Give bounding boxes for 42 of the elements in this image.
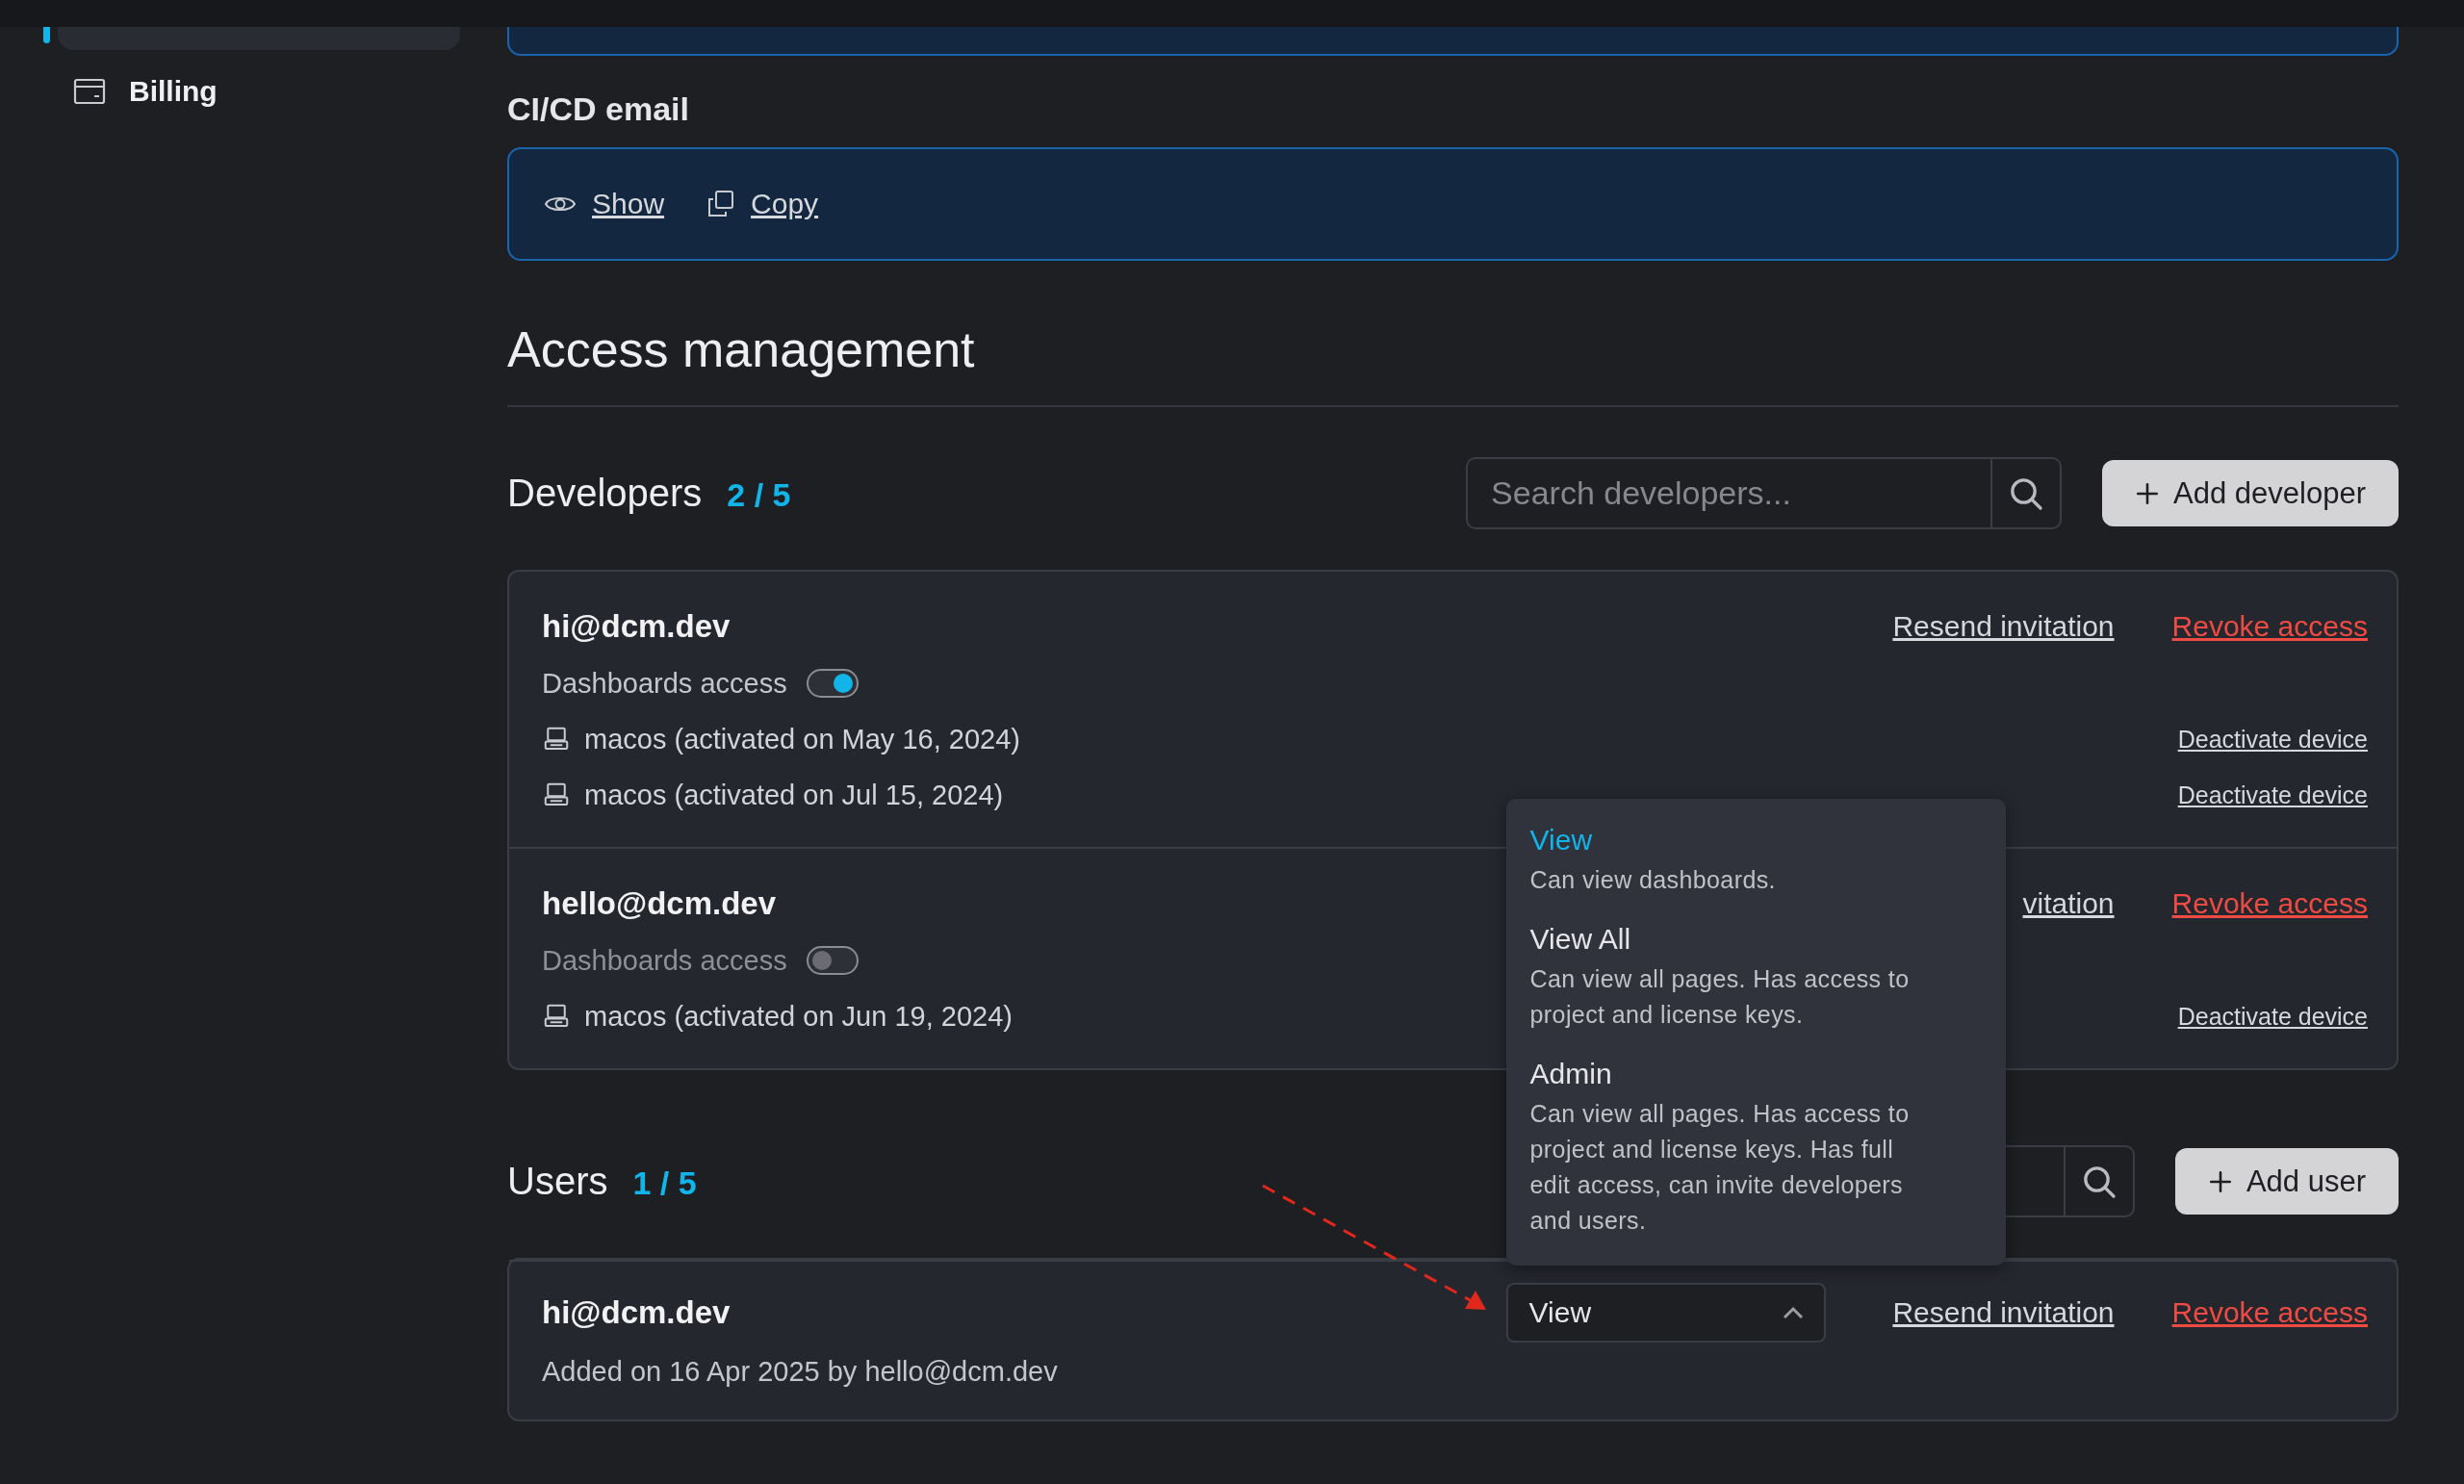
section-title: CI/CD email [507,90,690,128]
copy-icon [706,190,736,218]
resend-invitation-link[interactable]: Resend invitation [1883,1296,2115,1329]
device-label: macos (activated on Jul 15, 2024) [584,779,1004,811]
member-email: hi@dcm.dev [542,1294,731,1331]
role-select[interactable]: View [1505,1283,1826,1343]
resend-invitation-link[interactable]: Resend invitation [1883,610,2115,643]
role-option[interactable]: View All Can view all pages. Has access to project and license keys. [1529,923,1982,1033]
role-option[interactable]: Admin Can view all pages. Has access to project and license keys. Has full edit access, can invite developers and users. [1529,1058,1982,1239]
device-label: macos (activated on May 16, 2024) [584,723,1020,755]
toggle-label: Dashboards access [542,944,787,977]
dashboards-toggle[interactable] [806,669,859,698]
show-link[interactable]: Show [592,188,665,220]
member-count: 2 / 5 [727,476,791,514]
section-title: Developers [507,472,703,515]
revoke-access-link[interactable]: Revoke access [2171,610,2368,643]
added-info: Added on 16 Apr 2025 by hello@dcm.dev [542,1356,1059,1389]
dashboards-toggle[interactable] [806,946,859,975]
member-count: 1 / 5 [632,1164,697,1202]
role-option[interactable]: View Can view dashboards. [1529,824,1982,898]
section-title: Users [507,1160,608,1203]
revoke-access-link[interactable]: Revoke access [2171,1296,2368,1329]
add-button[interactable]: Add developer [2102,460,2399,526]
copy-link[interactable]: Copy [751,188,819,220]
search-field[interactable]: Search developers... [1466,457,1993,529]
search-button[interactable] [2065,1145,2135,1217]
deactivate-device-link[interactable]: Deactivate device [2177,725,2368,754]
deactivate-device-link[interactable]: Deactivate device [2177,780,2368,809]
sidebar-item[interactable]: Billing [73,75,507,108]
deactivate-device-link[interactable]: Deactivate device [2177,1002,2368,1031]
device-label: macos (activated on Jun 19, 2024) [584,1000,1013,1033]
search-button[interactable] [1992,457,2063,529]
member-email: hello@dcm.dev [542,885,777,922]
member-email: hi@dcm.dev [542,608,731,645]
plus-icon [2135,480,2161,506]
plus-icon [2207,1168,2233,1194]
toggle-label: Dashboards access [542,667,787,700]
credit-card-icon [73,78,106,105]
page-heading: Access management [507,320,976,378]
chevron-icon [1781,1305,1805,1320]
revoke-access-link[interactable]: Revoke access [2171,887,2368,920]
add-button[interactable]: Add user [2174,1148,2399,1215]
